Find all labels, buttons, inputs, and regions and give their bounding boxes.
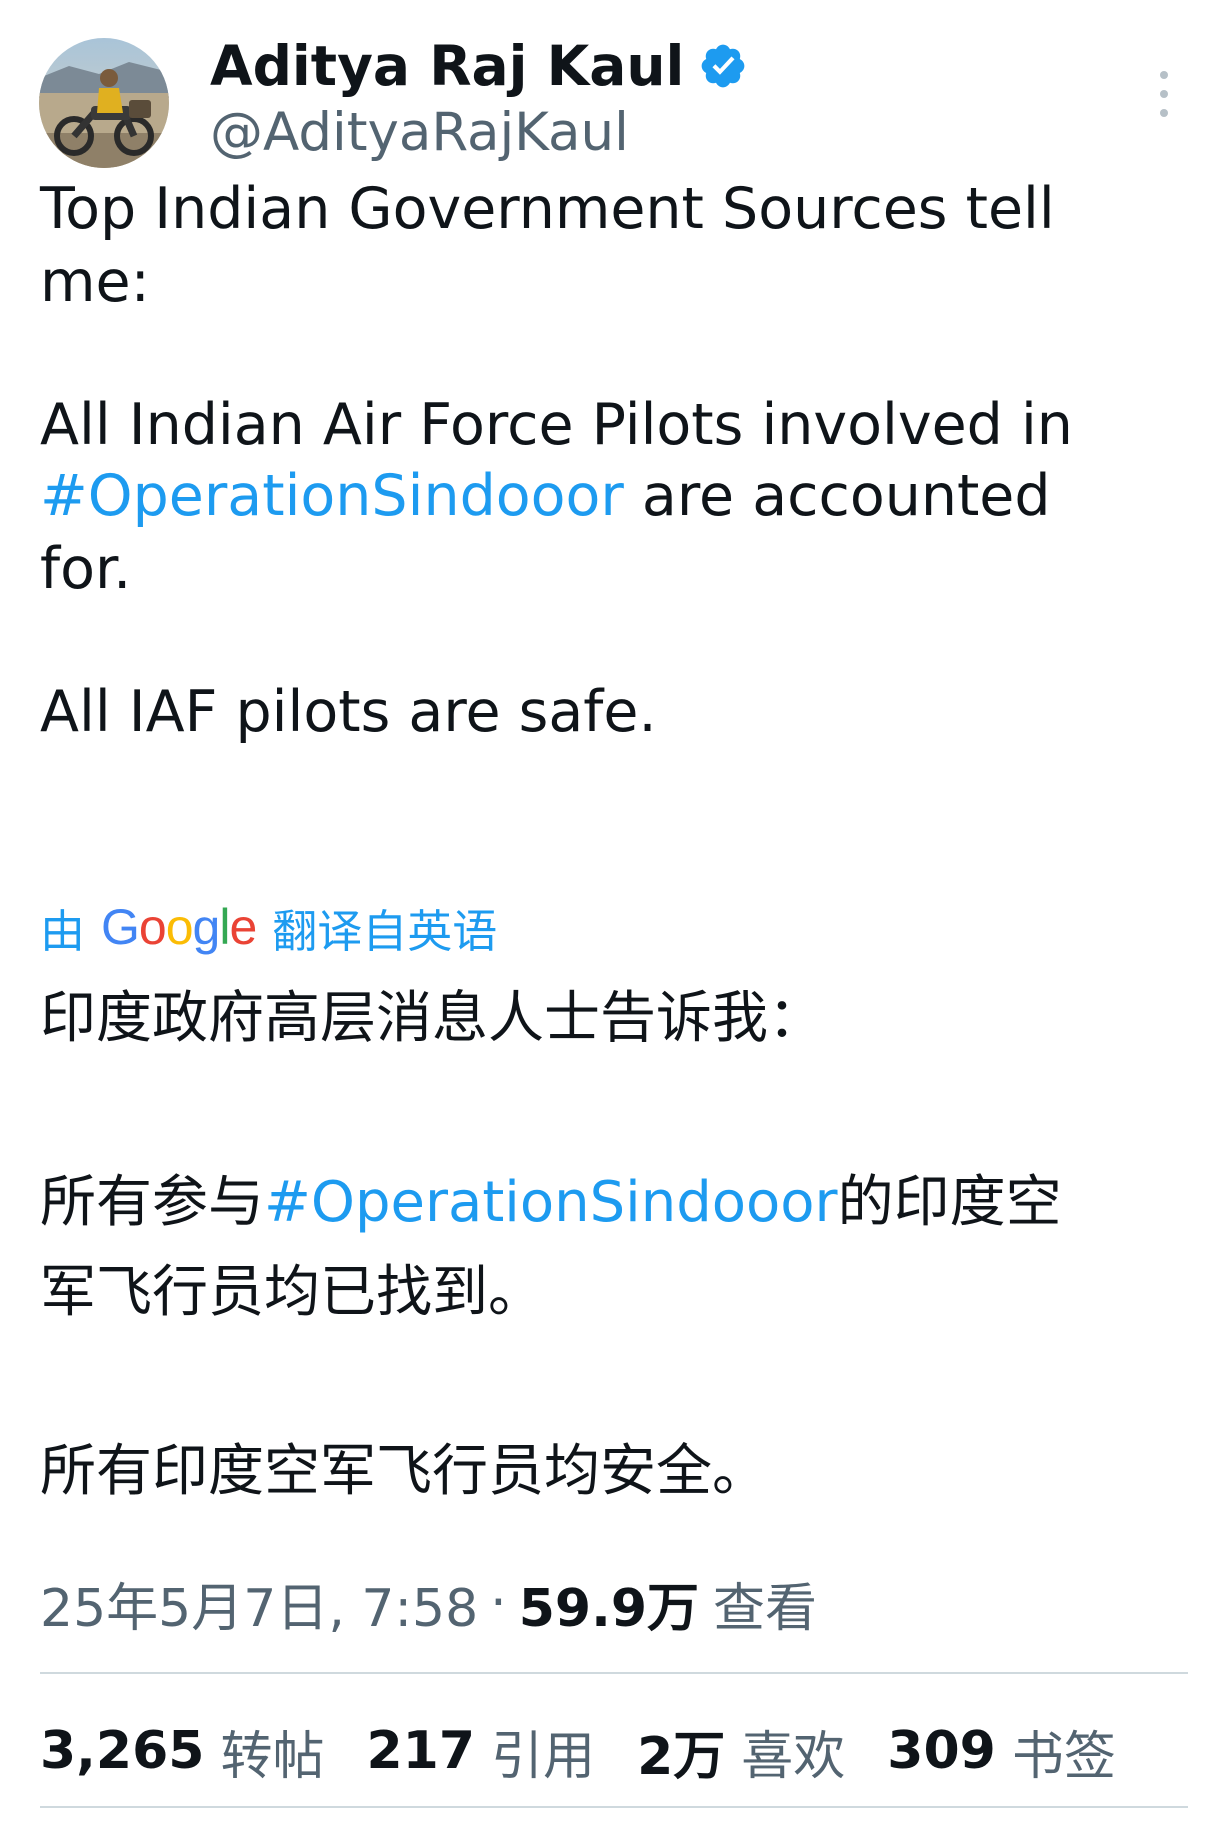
likes-label: 喜欢 <box>741 1726 846 1787</box>
tweet-text-line: me: <box>40 249 150 315</box>
bookmarks-count: 309 <box>887 1721 996 1781</box>
translated-text-line: 印度政府高层消息人士告诉我： <box>40 986 824 1051</box>
avatar[interactable] <box>39 38 169 168</box>
views-label: 查看 <box>713 1578 818 1639</box>
tweet-text-line: for. <box>40 536 132 602</box>
meta-separator: · <box>490 1573 507 1633</box>
more-vertical-icon[interactable] <box>1148 68 1180 120</box>
retweets-label: 转帖 <box>220 1726 325 1787</box>
author-name-text[interactable]: Aditya Raj Kaul <box>210 34 684 98</box>
translate-suffix: 翻译自英语 <box>272 904 498 958</box>
translated-text-line: 所有参与#OperationSindooor的印度空 <box>40 1158 1190 1248</box>
likes-count: 2万 <box>637 1726 726 1787</box>
translated-by-google-link[interactable]: 由 Google 翻译自英语 <box>40 896 497 958</box>
retweets-stat[interactable]: 3,265 转帖 <box>40 1714 325 1789</box>
author-name[interactable]: Aditya Raj Kaul <box>210 34 748 98</box>
tweet-detail: Aditya Raj Kaul @AdityaRajKaul Top India… <box>0 0 1224 1821</box>
timestamp[interactable]: 25年5月7日, 7:58 <box>40 1566 478 1641</box>
likes-stat[interactable]: 2万 喜欢 <box>637 1714 845 1789</box>
translate-prefix: 由 <box>40 904 86 958</box>
tweet-text-fragment: are accounted <box>623 463 1051 529</box>
hashtag-link[interactable]: #OperationSindooor <box>264 1170 838 1235</box>
verified-badge-icon <box>702 44 745 88</box>
google-logo: Google <box>101 899 257 955</box>
engagement-stats: 3,265 转帖 217 引用 2万 喜欢 309 书签 <box>40 1714 1158 1789</box>
quotes-label: 引用 <box>491 1726 596 1787</box>
translated-text-fragment: 所有参与 <box>40 1170 264 1235</box>
tweet-text-line: #OperationSindooor are accounted <box>40 455 1190 538</box>
author-handle[interactable]: @AdityaRajKaul <box>210 102 629 164</box>
tweet-text-line: All IAF pilots are safe. <box>40 679 657 745</box>
translated-text-line: 所有印度空军飞行员均安全。 <box>40 1439 768 1504</box>
hashtag-link[interactable]: #OperationSindooor <box>40 463 624 529</box>
retweets-count: 3,265 <box>40 1721 205 1781</box>
quotes-count: 217 <box>366 1721 476 1781</box>
quotes-stat[interactable]: 217 引用 <box>367 1714 596 1789</box>
views-count: 59.9万 <box>518 1578 700 1639</box>
bookmarks-stat[interactable]: 309 书签 <box>887 1714 1116 1789</box>
bookmarks-label: 书签 <box>1011 1726 1116 1787</box>
divider <box>40 1672 1188 1674</box>
translated-text-line: 军飞行员均已找到。 <box>40 1260 544 1325</box>
translated-text-fragment: 的印度空 <box>837 1170 1062 1235</box>
tweet-text-line: Top Indian Government Sources tell <box>40 176 1055 242</box>
divider <box>40 1806 1188 1808</box>
tweet-meta: 25年5月7日, 7:58 · 59.9万 查看 <box>40 1566 818 1641</box>
